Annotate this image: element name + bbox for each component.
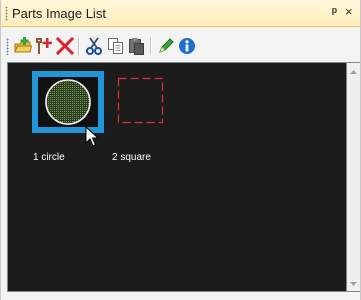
part-thumbnail-selected: [32, 71, 104, 133]
add-folder-icon: [14, 37, 33, 53]
title-grip-handle[interactable]: [5, 6, 8, 21]
scissors-icon: [86, 37, 102, 55]
toolbar: [1, 28, 360, 62]
vertical-scrollbar[interactable]: [347, 62, 360, 292]
panel-title: Parts Image List: [12, 6, 106, 21]
parts-image-list[interactable]: 1 circle 2 square: [7, 62, 347, 292]
pencil-icon: [159, 38, 174, 53]
part-label: 1 circle: [33, 152, 65, 163]
scroll-down-arrow-icon[interactable]: [350, 281, 357, 287]
scroll-up-arrow-icon[interactable]: [350, 69, 357, 75]
delete-button[interactable]: [55, 36, 75, 56]
paste-icon: [129, 38, 144, 55]
pin-icon[interactable]: ᵖ: [332, 4, 344, 20]
toolbar-grip-handle[interactable]: [6, 38, 9, 55]
copy-button[interactable]: [106, 36, 126, 56]
part-item-square[interactable]: [112, 71, 170, 133]
part-label: 2 square: [112, 152, 151, 163]
red-x-icon: [55, 36, 75, 56]
paste-button[interactable]: [127, 36, 147, 56]
parts-image-list-panel: Parts Image List ᵖ × 1 circle 2 square: [0, 0, 361, 300]
panel-bottom-border: [1, 292, 360, 300]
square-part-image: [117, 77, 164, 124]
circle-part-image: [45, 79, 91, 125]
info-icon: [179, 38, 195, 54]
add-part-button[interactable]: [13, 36, 33, 56]
panel-title-bar[interactable]: Parts Image List ᵖ ×: [1, 0, 360, 27]
mouse-cursor-icon: [85, 126, 99, 147]
copy-icon: [108, 38, 123, 54]
cut-button[interactable]: [84, 36, 104, 56]
toolbar-separator: [150, 37, 152, 55]
add-point-icon: [36, 38, 52, 54]
toolbar-separator: [78, 37, 80, 55]
info-button[interactable]: [177, 36, 197, 56]
close-icon[interactable]: ×: [345, 4, 357, 20]
part-item-circle[interactable]: [32, 71, 104, 133]
edit-button[interactable]: [156, 36, 176, 56]
add-point-button[interactable]: [34, 36, 54, 56]
